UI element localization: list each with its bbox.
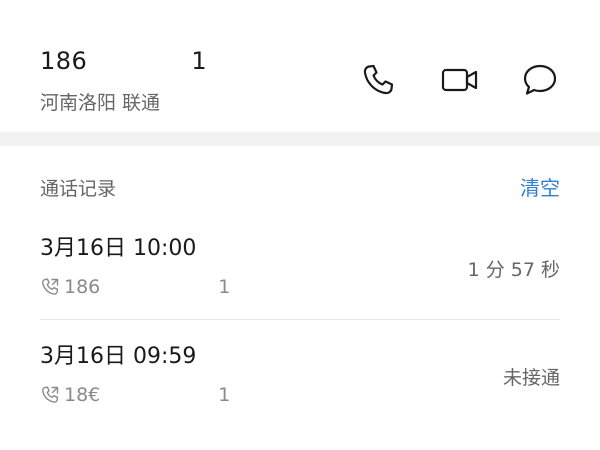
message-bubble-icon — [523, 64, 557, 95]
call-history-title: 通话记录 — [40, 178, 117, 200]
clear-history-button[interactable]: 清空 — [520, 174, 560, 202]
call-log-phone-icon — [42, 278, 59, 295]
phone-icon — [363, 64, 394, 95]
call-record[interactable]: 3月16日 10:00 186 1 1 分 57 秒 — [40, 228, 560, 324]
call-record-number-end: 1 — [218, 384, 231, 406]
call-record[interactable]: 3月16日 09:59 18€ 1 未接通 — [40, 336, 560, 432]
call-record-time: 3月16日 09:59 — [40, 344, 197, 369]
call-history-panel: 通话记录 清空 3月16日 10:00 186 1 1 分 57 秒 3月16日 … — [0, 146, 600, 450]
contact-number-end: 1 — [191, 47, 208, 75]
call-record-number-start: 186 — [64, 276, 101, 298]
section-separator — [0, 132, 600, 146]
contact-card: 186 1 河南洛阳 联通 — [0, 0, 600, 132]
call-log-phone-icon — [42, 386, 59, 403]
call-duration: 1 分 57 秒 — [467, 259, 560, 281]
call-button[interactable] — [356, 58, 400, 102]
call-record-number: 186 1 — [40, 274, 230, 300]
video-camera-icon — [441, 68, 478, 92]
message-button[interactable] — [518, 58, 562, 102]
call-record-number-end: 1 — [218, 276, 231, 298]
video-call-button[interactable] — [438, 58, 482, 102]
call-record-number: 18€ 1 — [40, 382, 230, 408]
call-record-time: 3月16日 10:00 — [40, 236, 197, 261]
call-status: 未接通 — [502, 367, 560, 389]
contact-location: 河南洛阳 联通 — [40, 92, 161, 114]
record-divider — [40, 319, 560, 320]
contact-number: 186 1 — [40, 46, 207, 76]
contact-number-start: 186 — [40, 47, 88, 75]
call-record-number-start: 18€ — [64, 384, 101, 406]
